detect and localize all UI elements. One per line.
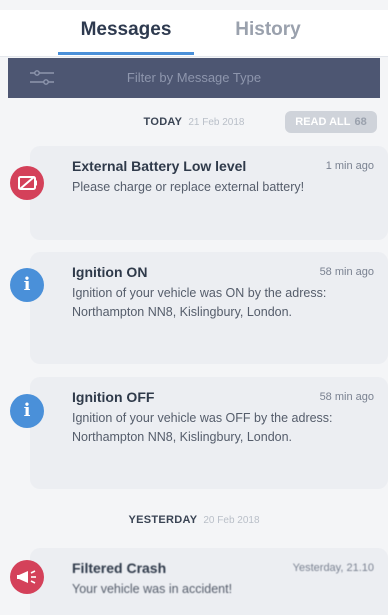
unread-count: 68 [354, 116, 367, 128]
tab-messages[interactable]: Messages [58, 14, 194, 46]
info-glyph: i [23, 400, 31, 421]
message-body: Please charge or replace external batter… [72, 180, 305, 194]
message-body: Ignition of your vehicle was ON by the a… [72, 286, 327, 319]
info-glyph: i [23, 274, 31, 295]
info-icon: i [10, 268, 44, 302]
filter-placeholder: Filter by Message Type [126, 70, 262, 85]
message-time: Yesterday, 21.10 [292, 562, 374, 574]
tab-history[interactable]: History [216, 14, 320, 46]
battery-low-icon [10, 166, 44, 200]
info-icon: i [10, 394, 44, 428]
section-date: 21 Feb 2018 [188, 117, 245, 128]
tab-bar: Messages History [0, 10, 388, 57]
message-card[interactable]: Ignition OFF 58 min ago Ignition of your… [30, 377, 388, 489]
read-all-button[interactable]: READ ALL 68 [285, 111, 377, 133]
message-body: Ignition of your vehicle was OFF by the … [72, 411, 333, 444]
filter-bar[interactable]: Filter by Message Type [8, 58, 380, 98]
message-time: 1 min ago [325, 160, 374, 172]
section-day: TODAY [143, 116, 183, 128]
section-header-yesterday: YESTERDAY 20 Feb 2018 [0, 509, 388, 531]
megaphone-icon [10, 560, 44, 594]
read-all-label: READ ALL [295, 116, 351, 128]
message-card[interactable]: Filtered Crash Yesterday, 21.10 Your veh… [30, 548, 388, 615]
message-card[interactable]: External Battery Low level 1 min ago Ple… [30, 146, 388, 240]
message-time: 58 min ago [319, 391, 374, 403]
section-day: YESTERDAY [128, 514, 198, 526]
message-time: 58 min ago [319, 266, 374, 278]
active-tab-indicator [58, 52, 194, 55]
message-body: Your vehicle was in accident! [72, 582, 233, 596]
section-date: 20 Feb 2018 [203, 515, 260, 526]
message-card[interactable]: Ignition ON 58 min ago Ignition of your … [30, 252, 388, 364]
